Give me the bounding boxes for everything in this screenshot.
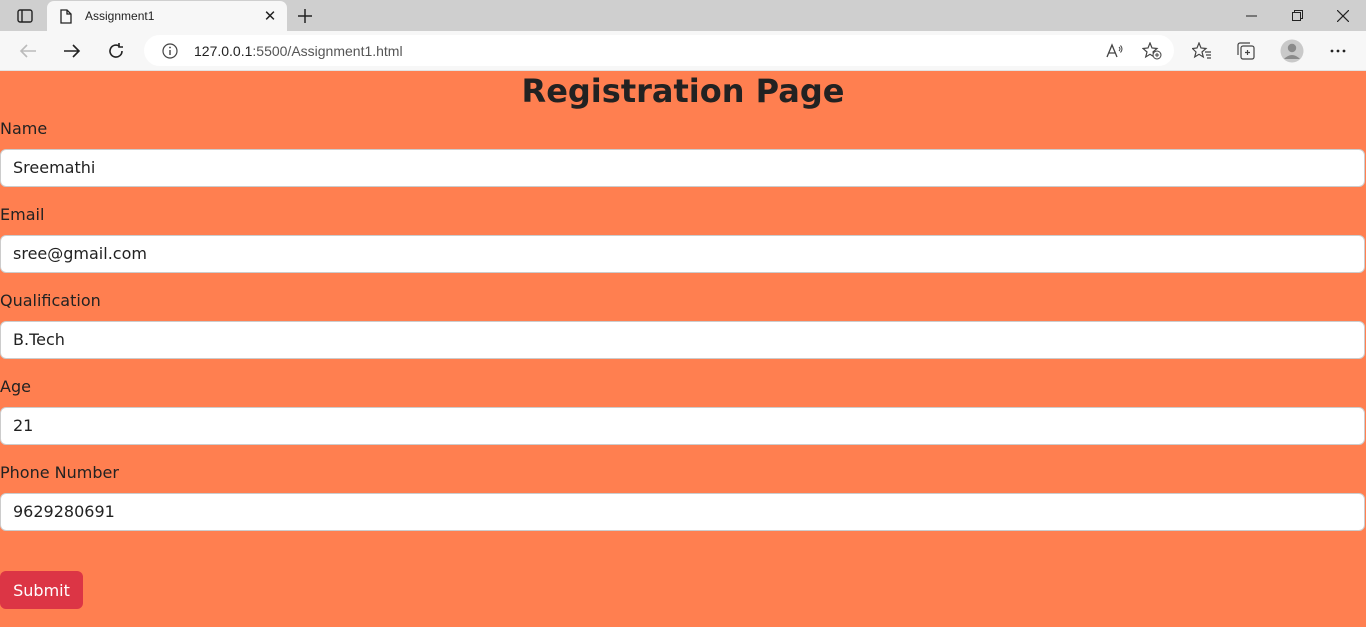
age-label: Age bbox=[0, 377, 31, 396]
site-info-icon[interactable] bbox=[160, 41, 180, 61]
add-favorite-icon[interactable] bbox=[1137, 36, 1167, 66]
browser-toolbar: 127.0.0.1:5500/Assignment1.html bbox=[0, 31, 1366, 71]
restore-icon[interactable] bbox=[1274, 0, 1320, 31]
url-host: 127.0.0.1 bbox=[194, 42, 253, 59]
name-input[interactable]: Sreemathi bbox=[0, 149, 1365, 187]
browser-tab[interactable]: Assignment1 ✕ bbox=[47, 1, 287, 31]
read-aloud-icon[interactable] bbox=[1100, 36, 1130, 66]
back-icon[interactable] bbox=[13, 36, 43, 66]
url-text: 127.0.0.1:5500/Assignment1.html bbox=[194, 43, 403, 59]
new-tab-icon[interactable] bbox=[292, 4, 318, 28]
address-bar[interactable]: 127.0.0.1:5500/Assignment1.html bbox=[144, 35, 1174, 66]
tab-actions-icon[interactable] bbox=[8, 5, 42, 27]
page-title: Registration Page bbox=[521, 72, 845, 110]
registration-page: Registration Page Name Sreemathi Email s… bbox=[0, 71, 1366, 627]
browser-tab-bar: Assignment1 ✕ bbox=[0, 0, 1366, 31]
close-tab-icon[interactable]: ✕ bbox=[259, 5, 281, 27]
submit-button[interactable]: Submit bbox=[0, 571, 83, 609]
email-input[interactable]: sree@gmail.com bbox=[0, 235, 1365, 273]
phone-number-label: Phone Number bbox=[0, 463, 119, 482]
qualification-input[interactable]: B.Tech bbox=[0, 321, 1365, 359]
qualification-label: Qualification bbox=[0, 291, 101, 310]
refresh-icon[interactable] bbox=[101, 36, 131, 66]
url-path: :5500/Assignment1.html bbox=[252, 42, 403, 59]
more-options-icon[interactable] bbox=[1323, 36, 1353, 66]
profile-avatar-icon[interactable] bbox=[1277, 36, 1307, 66]
collections-icon[interactable] bbox=[1231, 36, 1261, 66]
email-label: Email bbox=[0, 205, 45, 224]
age-input[interactable]: 21 bbox=[0, 407, 1365, 445]
forward-icon[interactable] bbox=[57, 36, 87, 66]
close-window-icon[interactable] bbox=[1320, 0, 1366, 31]
minimize-icon[interactable] bbox=[1228, 0, 1274, 31]
phone-number-input[interactable]: 9629280691 bbox=[0, 493, 1365, 531]
page-icon bbox=[59, 8, 73, 24]
tab-title: Assignment1 bbox=[85, 9, 155, 23]
favorites-icon[interactable] bbox=[1187, 36, 1217, 66]
name-label: Name bbox=[0, 119, 48, 138]
